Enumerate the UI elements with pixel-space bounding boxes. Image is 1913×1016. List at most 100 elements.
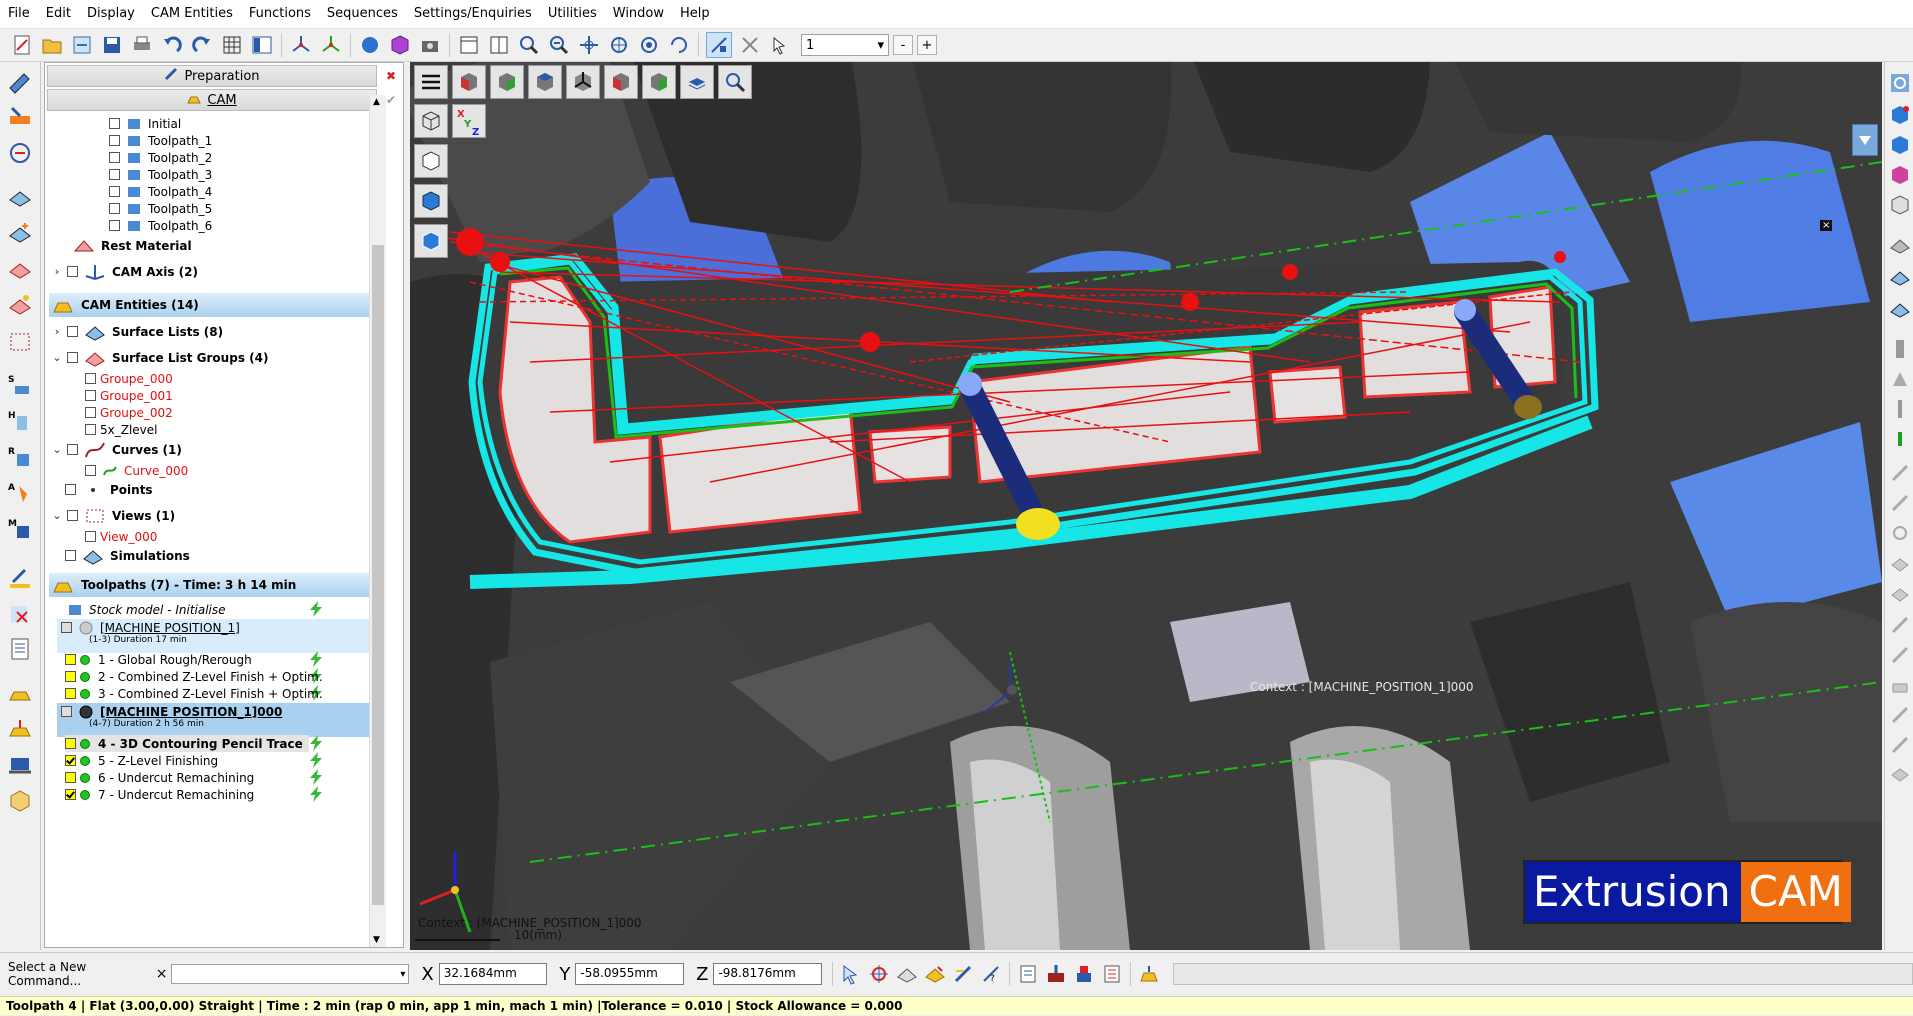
edit-toolpath-icon[interactable] bbox=[5, 562, 35, 592]
cube-blue-icon[interactable] bbox=[1889, 134, 1911, 159]
clamp-icon[interactable] bbox=[1073, 962, 1095, 986]
view-iso-button[interactable] bbox=[414, 104, 448, 138]
checkbox[interactable] bbox=[65, 671, 76, 682]
m-tool-icon[interactable]: M bbox=[5, 514, 35, 544]
tree-item-toolpath3[interactable]: Toolpath_3 bbox=[109, 166, 212, 183]
delete-toolpath-icon[interactable] bbox=[5, 598, 35, 628]
grey-tool-a-icon[interactable] bbox=[1889, 462, 1911, 487]
tree-group-zlevel[interactable]: 5x_Zlevel bbox=[85, 421, 158, 438]
tool-rod-icon[interactable] bbox=[1889, 398, 1911, 423]
grey-tool-c-icon[interactable] bbox=[1889, 522, 1911, 547]
a-tool-icon[interactable]: A bbox=[5, 478, 35, 508]
viewport-menu-button[interactable] bbox=[414, 65, 448, 99]
scroll-up-icon[interactable]: ▲ bbox=[373, 97, 380, 107]
tree-surface-list-groups[interactable]: ⌄ Surface List Groups (4) bbox=[51, 349, 268, 367]
surface-add-icon[interactable] bbox=[5, 218, 35, 248]
sync-icon[interactable] bbox=[1889, 72, 1911, 97]
simulate-icon[interactable] bbox=[5, 678, 35, 708]
surface-select-icon[interactable] bbox=[1889, 298, 1911, 323]
view-right-button[interactable] bbox=[490, 65, 524, 99]
grey-tool-h-icon[interactable] bbox=[1889, 674, 1911, 699]
properties-icon[interactable] bbox=[1017, 962, 1039, 986]
decrement-button[interactable]: - bbox=[893, 35, 913, 55]
checkbox[interactable] bbox=[65, 688, 76, 699]
menu-file[interactable]: File bbox=[0, 0, 38, 28]
menu-utilities[interactable]: Utilities bbox=[540, 0, 605, 28]
grey-tool-d-icon[interactable] bbox=[1889, 554, 1911, 579]
snap-edit-icon[interactable] bbox=[924, 962, 946, 986]
close-icon[interactable]: ✖ bbox=[380, 65, 402, 87]
checkbox[interactable] bbox=[85, 390, 96, 401]
surface-red-icon[interactable] bbox=[5, 254, 35, 284]
dotted-box-icon[interactable] bbox=[5, 326, 35, 356]
menu-functions[interactable]: Functions bbox=[241, 0, 319, 28]
report-icon[interactable] bbox=[1101, 962, 1123, 986]
checkbox[interactable] bbox=[65, 738, 76, 749]
collapse-icon[interactable]: ⌄ bbox=[51, 351, 63, 364]
grey-tool-j-icon[interactable] bbox=[1889, 734, 1911, 759]
z-coordinate-field[interactable]: -98.8176mm bbox=[713, 963, 823, 985]
menu-sequences[interactable]: Sequences bbox=[319, 0, 406, 28]
y-coordinate-field[interactable]: -58.0955mm bbox=[575, 963, 685, 985]
menu-window[interactable]: Window bbox=[605, 0, 672, 28]
print-icon[interactable] bbox=[130, 33, 154, 57]
filter-icon[interactable] bbox=[738, 33, 762, 57]
tree-group-000[interactable]: Groupe_000 bbox=[85, 370, 173, 387]
tree-item-toolpath1[interactable]: Toolpath_1 bbox=[109, 132, 212, 149]
checkbox[interactable] bbox=[109, 220, 120, 231]
view-xyz-button[interactable]: XYZ bbox=[452, 104, 486, 138]
machine-setup-icon[interactable] bbox=[1045, 962, 1067, 986]
snap-surface-icon[interactable] bbox=[896, 962, 918, 986]
toolpath-op-3[interactable]: 3 - Combined Z-Level Finish + Optim. bbox=[65, 685, 323, 702]
tree-item-initial[interactable]: Initial bbox=[109, 115, 181, 132]
toolpath-op-4[interactable]: 4 - 3D Contouring Pencil Trace bbox=[65, 735, 309, 752]
tools-icon[interactable] bbox=[5, 102, 35, 132]
checkbox-checked[interactable] bbox=[65, 755, 76, 766]
h-tool-icon[interactable]: H bbox=[5, 406, 35, 436]
checkbox[interactable] bbox=[109, 152, 120, 163]
tree-simulations[interactable]: Simulations bbox=[65, 547, 190, 565]
collapse-box[interactable] bbox=[61, 622, 72, 633]
view-axis-button[interactable] bbox=[566, 65, 600, 99]
r-tool-icon[interactable]: R bbox=[5, 442, 35, 472]
tree-curves[interactable]: ⌄ Curves (1) bbox=[51, 441, 182, 458]
save-icon[interactable] bbox=[100, 33, 124, 57]
toolpath-op-7[interactable]: 7 - Undercut Remachining bbox=[65, 786, 254, 803]
view-split-icon[interactable] bbox=[487, 33, 511, 57]
menu-cam-entities[interactable]: CAM Entities bbox=[143, 0, 241, 28]
collapse-box[interactable] bbox=[61, 706, 72, 717]
analysis-icon[interactable] bbox=[5, 138, 35, 168]
tree-item-toolpath4[interactable]: Toolpath_4 bbox=[109, 183, 212, 200]
tab-cam[interactable]: CAM bbox=[47, 89, 377, 111]
scroll-thumb[interactable] bbox=[372, 245, 384, 905]
checkbox-checked[interactable] bbox=[65, 789, 76, 800]
new-file-icon[interactable] bbox=[10, 33, 34, 57]
expand-icon[interactable]: › bbox=[51, 325, 63, 338]
machine-icon[interactable] bbox=[5, 750, 35, 780]
grey-tool-g-icon[interactable] bbox=[1889, 644, 1911, 669]
checkbox[interactable] bbox=[67, 444, 78, 455]
sphere-icon[interactable] bbox=[358, 33, 382, 57]
tree-stock-model[interactable]: Stock model - Initialise bbox=[65, 601, 226, 618]
snap-measure-icon[interactable]: ? bbox=[980, 962, 1002, 986]
checkbox[interactable] bbox=[109, 135, 120, 146]
view-left-button[interactable] bbox=[604, 65, 638, 99]
checkbox[interactable] bbox=[67, 510, 78, 521]
tree-scrollbar[interactable]: ▲ ▼ bbox=[369, 95, 386, 947]
layer-combo[interactable]: 1 ▾ bbox=[801, 34, 889, 56]
view-shaded-edges-button[interactable] bbox=[414, 224, 448, 258]
close-marker-icon[interactable]: × bbox=[1820, 220, 1833, 231]
tree-views[interactable]: ⌄ Views (1) bbox=[51, 507, 175, 524]
view-front-button[interactable] bbox=[452, 65, 486, 99]
tool-blade-icon[interactable] bbox=[1889, 368, 1911, 393]
tree-curve-000[interactable]: Curve_000 bbox=[85, 462, 188, 479]
grid-icon[interactable] bbox=[220, 33, 244, 57]
stock-icon[interactable] bbox=[5, 786, 35, 816]
tree-surface-lists[interactable]: › Surface Lists (8) bbox=[51, 323, 223, 341]
checkbox[interactable] bbox=[109, 118, 120, 129]
pointer-icon[interactable] bbox=[840, 962, 862, 986]
menu-display[interactable]: Display bbox=[79, 0, 143, 28]
import-icon[interactable] bbox=[70, 33, 94, 57]
tree-view-000[interactable]: View_000 bbox=[85, 528, 157, 545]
zoom-out-icon[interactable] bbox=[547, 33, 571, 57]
